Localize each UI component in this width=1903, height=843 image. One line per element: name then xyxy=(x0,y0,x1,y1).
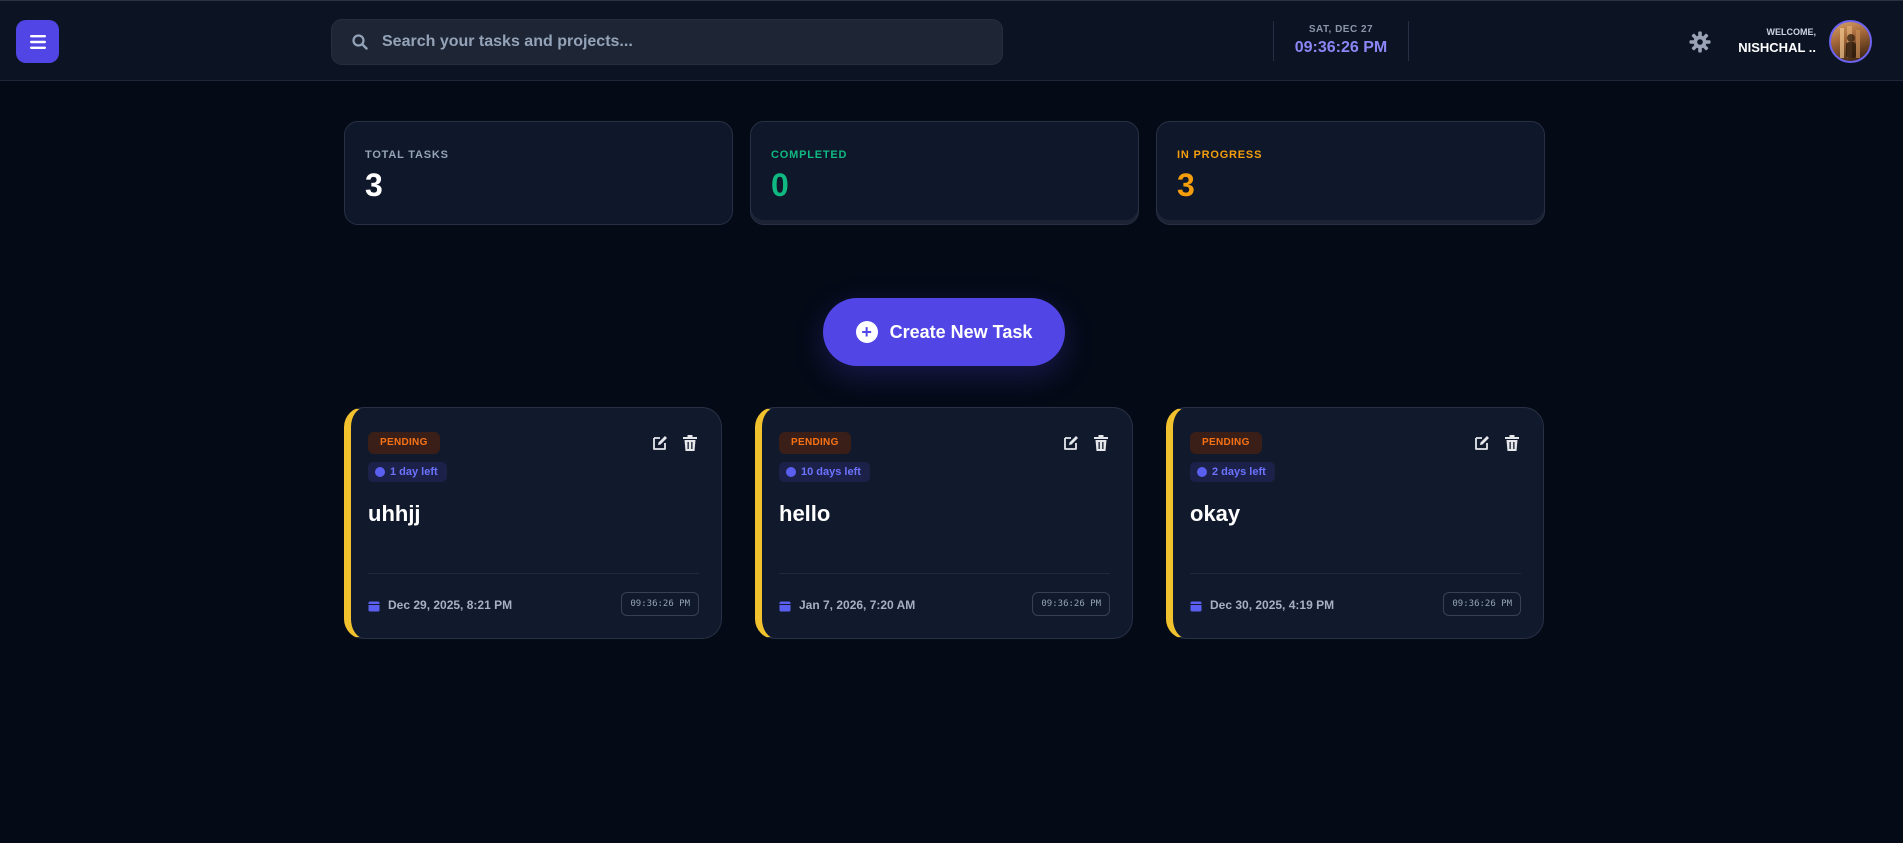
clock-icon xyxy=(786,467,796,477)
trash-icon[interactable] xyxy=(1503,434,1521,452)
stat-card-total: TOTAL TASKS 3 xyxy=(344,121,733,225)
stat-value: 3 xyxy=(1177,167,1195,203)
task-created-date: Dec 30, 2025, 4:19 PM xyxy=(1210,598,1335,612)
calendar-icon xyxy=(1190,601,1202,612)
current-time: 09:36:26 PM xyxy=(1294,39,1388,56)
stat-label: TOTAL TASKS xyxy=(365,149,449,161)
gear-icon[interactable] xyxy=(1688,30,1712,54)
trash-icon[interactable] xyxy=(681,434,699,452)
stat-label: IN PROGRESS xyxy=(1177,149,1263,161)
welcome-label: WELCOME, xyxy=(1766,27,1817,37)
task-title: uhhjj xyxy=(368,501,421,526)
stat-card-in-progress: IN PROGRESS 3 xyxy=(1156,121,1545,225)
time-stamp: 09:36:26 PM xyxy=(621,592,699,616)
time-stamp: 09:36:26 PM xyxy=(1443,592,1521,616)
card-divider xyxy=(368,573,699,574)
hamburger-icon xyxy=(29,34,46,49)
create-task-label: Create New Task xyxy=(889,321,1033,342)
stat-card-completed: COMPLETED 0 xyxy=(750,121,1139,225)
card-divider xyxy=(1190,573,1521,574)
plus-icon: + xyxy=(855,321,878,343)
avatar-image xyxy=(1840,26,1860,58)
search-input[interactable] xyxy=(382,33,942,51)
due-text: 2 days left xyxy=(1212,466,1266,478)
avatar[interactable] xyxy=(1829,20,1872,63)
task-card[interactable]: PENDING 2 days left okay Dec 30, 2025, 4… xyxy=(1166,407,1544,639)
due-badge: 10 days left xyxy=(779,462,870,482)
top-bar: SAT, DEC 27 09:36:26 PM WELCOME, NISHCHA… xyxy=(0,0,1903,81)
due-badge: 1 day left xyxy=(368,462,447,482)
status-badge: PENDING xyxy=(1190,432,1262,454)
trash-icon[interactable] xyxy=(1092,434,1110,452)
stat-value: 0 xyxy=(771,167,789,203)
create-task-button[interactable]: + Create New Task xyxy=(823,298,1065,366)
clock-icon xyxy=(375,467,385,477)
current-date: SAT, DEC 27 xyxy=(1308,24,1374,35)
clock: SAT, DEC 27 09:36:26 PM xyxy=(1273,21,1409,61)
stat-label: COMPLETED xyxy=(771,149,848,161)
user-name: NISHCHAL .. xyxy=(1738,40,1816,55)
time-stamp: 09:36:26 PM xyxy=(1032,592,1110,616)
edit-icon[interactable] xyxy=(651,434,669,452)
menu-button[interactable] xyxy=(16,20,59,63)
status-badge: PENDING xyxy=(779,432,851,454)
task-title: okay xyxy=(1190,501,1241,526)
task-card[interactable]: PENDING 10 days left hello Jan 7, 2026, … xyxy=(755,407,1133,639)
edit-icon[interactable] xyxy=(1062,434,1080,452)
due-badge: 2 days left xyxy=(1190,462,1275,482)
status-badge: PENDING xyxy=(368,432,440,454)
task-created-date: Jan 7, 2026, 7:20 AM xyxy=(799,598,916,612)
task-title: hello xyxy=(779,501,831,526)
stat-value: 3 xyxy=(365,167,383,203)
task-created-date: Dec 29, 2025, 8:21 PM xyxy=(388,598,513,612)
due-text: 10 days left xyxy=(801,466,861,478)
search-bar xyxy=(331,19,1003,65)
calendar-icon xyxy=(368,601,380,612)
due-text: 1 day left xyxy=(390,466,438,478)
task-card[interactable]: PENDING 1 day left uhhjj Dec 29, 2025, 8… xyxy=(344,407,722,639)
edit-icon[interactable] xyxy=(1473,434,1491,452)
clock-icon xyxy=(1197,467,1207,477)
calendar-icon xyxy=(779,601,791,612)
user-greeting: WELCOME, NISHCHAL .. xyxy=(1738,27,1816,55)
search-icon xyxy=(352,34,368,50)
card-divider xyxy=(779,573,1110,574)
